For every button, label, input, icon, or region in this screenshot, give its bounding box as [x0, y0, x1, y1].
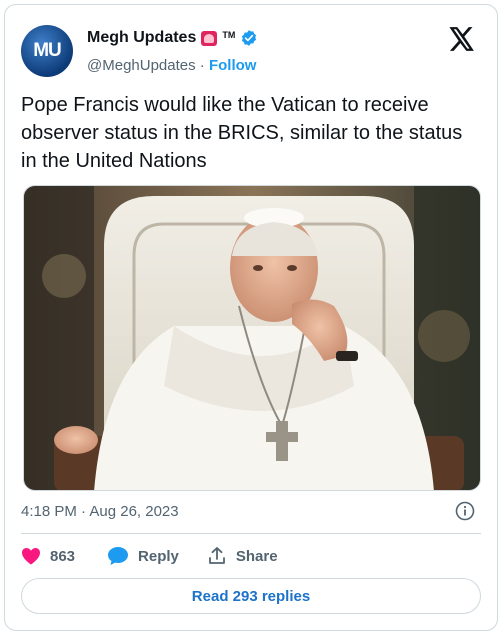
info-icon[interactable] [455, 501, 475, 521]
tweet-card: MU Megh Updates TM @MeghUpdates · Follow… [4, 4, 498, 631]
verified-badge-icon [242, 30, 257, 46]
tweet-timestamp[interactable]: 4:18 PM · Aug 26, 2023 [21, 503, 179, 520]
reply-label: Reply [138, 547, 179, 565]
reply-bubble-icon [108, 547, 129, 565]
read-replies-button[interactable]: Read 293 replies [21, 578, 481, 614]
pope-photo-image [24, 186, 480, 490]
heart-icon [22, 548, 40, 565]
avatar-initials: MU [33, 40, 62, 61]
police-siren-icon [201, 30, 218, 46]
tweet-text: Pope Francis would like the Vatican to r… [21, 94, 463, 172]
author-name-row: Megh Updates TM [87, 29, 258, 47]
handle-row: @MeghUpdates · Follow [87, 57, 256, 74]
handle-separator: · [195, 57, 209, 74]
share-upload-icon [208, 547, 225, 564]
display-name[interactable]: Megh Updates [87, 29, 196, 47]
tweet-photo[interactable] [23, 185, 481, 491]
tm-mark: TM [222, 30, 236, 40]
like-count: 863 [50, 547, 76, 565]
x-logo-icon[interactable] [449, 27, 475, 51]
share-label: Share [235, 547, 278, 565]
action-bar: 863 Reply Share [21, 546, 278, 566]
divider [21, 533, 481, 534]
reply-button[interactable]: Reply [107, 546, 207, 566]
follow-button[interactable]: Follow [209, 57, 257, 74]
like-button[interactable]: 863 [21, 547, 107, 565]
share-button[interactable]: Share [207, 546, 278, 566]
avatar[interactable]: MU [21, 25, 73, 77]
author-handle[interactable]: @MeghUpdates [87, 57, 196, 74]
